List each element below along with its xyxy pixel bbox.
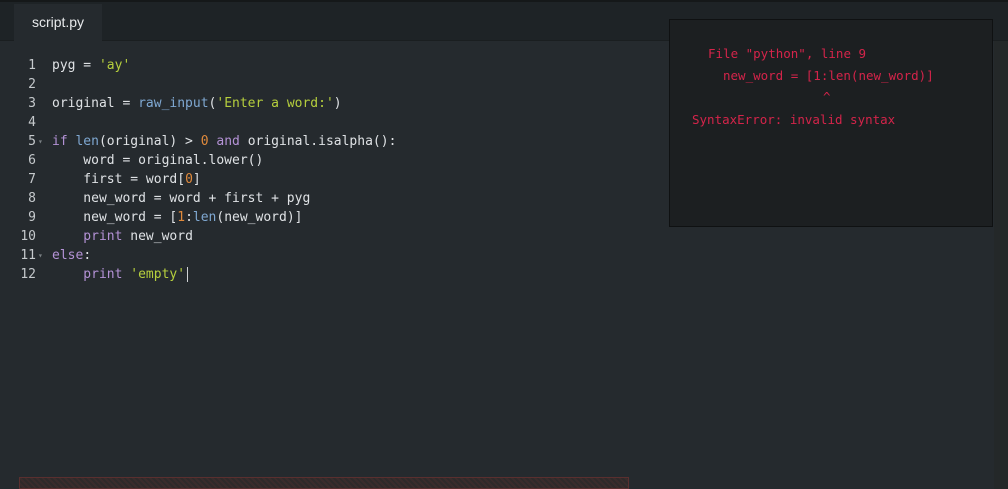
code-token: len <box>75 134 99 149</box>
code-token: pyg = <box>52 58 99 73</box>
code-token: 'empty' <box>130 267 186 282</box>
tab-script-py[interactable]: script.py <box>14 4 102 44</box>
code-text: if len(original) > 0 and original.isalph… <box>52 132 396 151</box>
code-line[interactable]: 3 original = raw_input('Enter a word:') <box>0 94 660 113</box>
code-editor[interactable]: 1 pyg = 'ay' 2 3 original = raw_input('Enter… <box>0 56 660 284</box>
code-text: pyg = 'ay' <box>52 56 130 75</box>
line-number: 5 <box>28 134 36 149</box>
code-token: 'Enter a word:' <box>216 96 334 111</box>
output-console: File "python", line 9 new_word = [1:len(… <box>669 19 993 227</box>
code-token: raw_input <box>138 96 209 111</box>
code-editor-app: script.py 1 pyg = 'ay' 2 3 original = raw_in… <box>0 0 1008 489</box>
code-token: : <box>185 210 193 225</box>
code-token: new_word = [ <box>52 210 178 225</box>
code-token: else <box>52 248 84 263</box>
code-token: original.isalpha(): <box>247 134 397 149</box>
code-token: first = word[ <box>52 172 186 187</box>
line-number: 10 <box>20 229 36 244</box>
code-line[interactable]: 1 pyg = 'ay' <box>0 56 660 75</box>
code-token: original = <box>52 96 139 111</box>
fold-arrow-icon[interactable]: ▾ <box>38 132 43 151</box>
resize-handle[interactable] <box>19 477 629 489</box>
line-number: 4 <box>28 115 36 130</box>
code-text: else: <box>52 246 91 265</box>
line-number: 12 <box>20 267 36 282</box>
code-line[interactable]: 10 print new_word <box>0 227 660 246</box>
code-token: if <box>52 134 76 149</box>
line-number: 11 <box>20 248 36 263</box>
line-number: 9 <box>28 210 36 225</box>
code-text: first = word[0] <box>52 170 201 189</box>
code-token: (new_word)] <box>216 210 303 225</box>
fold-arrow-icon[interactable]: ▾ <box>38 246 43 265</box>
code-token: : <box>83 248 92 263</box>
code-token: 0 <box>200 134 209 149</box>
code-line[interactable]: 5 ▾ if len(original) > 0 and original.isal… <box>0 132 660 151</box>
code-token: print <box>52 229 123 244</box>
code-text: new_word = word + first + pyg <box>52 189 310 208</box>
code-text: print 'empty' <box>52 265 189 284</box>
code-line[interactable]: 2 <box>0 75 660 94</box>
line-number: 8 <box>28 191 36 206</box>
code-line[interactable]: 12 print 'empty' <box>0 265 660 284</box>
code-token: ) <box>333 96 342 111</box>
error-location: File "python", line 9 <box>708 46 867 61</box>
code-line[interactable]: 6 word = original.lower() <box>0 151 660 170</box>
error-message: SyntaxError: invalid syntax <box>692 112 896 127</box>
line-number: 2 <box>28 77 36 92</box>
line-number: 3 <box>28 96 36 111</box>
code-text: print new_word <box>52 227 193 246</box>
error-caret: ^ <box>823 89 831 104</box>
code-token: new_word = word + first + pyg <box>52 191 311 206</box>
code-line[interactable]: 4 <box>0 113 660 132</box>
code-token: 'ay' <box>98 58 131 73</box>
code-text: new_word = [1:len(new_word)] <box>52 208 302 227</box>
code-token: ] <box>192 172 201 187</box>
line-number: 6 <box>28 153 36 168</box>
code-token: and <box>208 134 248 149</box>
code-token: len <box>192 210 217 225</box>
code-line[interactable]: 7 first = word[0] <box>0 170 660 189</box>
code-token: new_word <box>122 229 193 244</box>
code-token: 0 <box>185 172 193 187</box>
code-line[interactable]: 9 new_word = [1:len(new_word)] <box>0 208 660 227</box>
code-line[interactable]: 11 ▾ else: <box>0 246 660 265</box>
code-token: 1 <box>177 210 186 225</box>
code-text: original = raw_input('Enter a word:') <box>52 94 342 113</box>
code-token: word = original.lower() <box>52 153 264 168</box>
code-token: (original) > <box>98 134 201 149</box>
code-line[interactable]: 8 new_word = word + first + pyg <box>0 189 660 208</box>
line-number: 7 <box>28 172 36 187</box>
error-code-line: new_word = [1:len(new_word)] <box>723 68 934 83</box>
text-cursor <box>187 267 189 282</box>
line-number: 1 <box>28 58 36 73</box>
code-token: print <box>52 267 123 282</box>
editor-scrollbar[interactable] <box>994 41 1008 489</box>
code-text: word = original.lower() <box>52 151 263 170</box>
